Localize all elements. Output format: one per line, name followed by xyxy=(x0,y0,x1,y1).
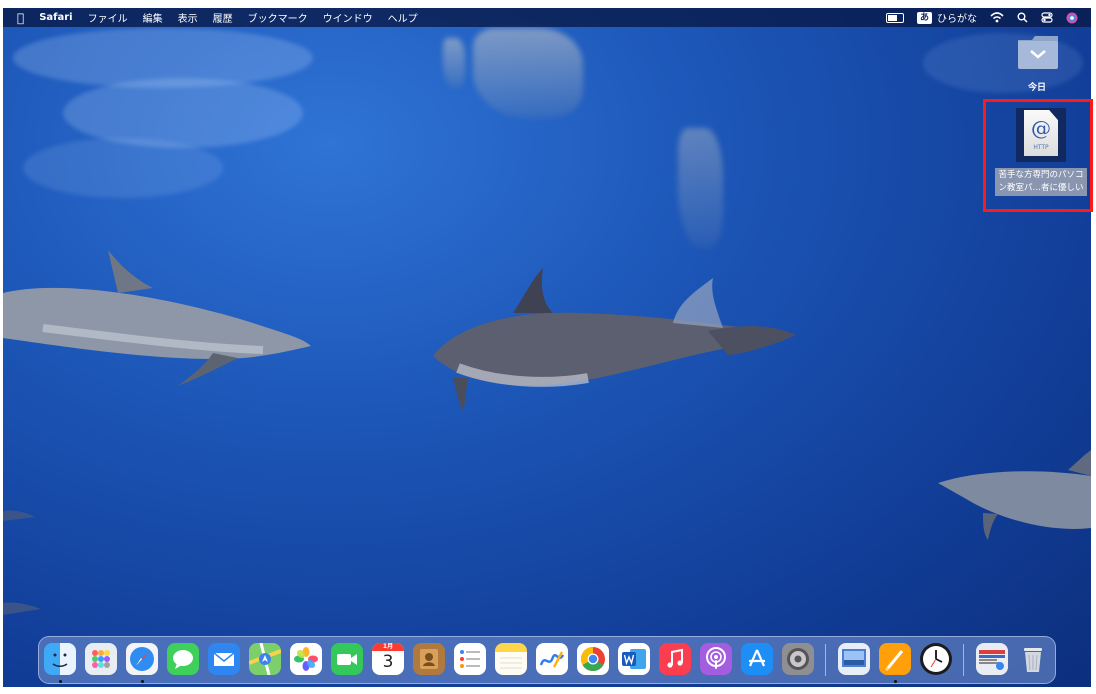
podcasts-icon[interactable] xyxy=(700,643,732,675)
siri-icon[interactable] xyxy=(1066,12,1078,24)
downloads-stack-icon[interactable] xyxy=(976,643,1008,675)
dolphin-right xyxy=(938,450,1091,540)
stack-folder-label: 今日 xyxy=(1027,83,1046,93)
system-settings-icon[interactable] xyxy=(782,643,814,675)
water-reflection xyxy=(678,128,723,248)
menu-help[interactable]: ヘルプ xyxy=(388,10,418,25)
running-indicator xyxy=(59,680,62,683)
safari-icon[interactable] xyxy=(126,643,158,675)
water-ripple xyxy=(23,138,223,198)
highlight-box xyxy=(983,99,1093,212)
launchpad-icon[interactable] xyxy=(85,643,117,675)
facetime-icon[interactable] xyxy=(331,643,363,675)
menu-history[interactable]: 履歴 xyxy=(213,10,233,25)
contacts-icon[interactable] xyxy=(413,643,445,675)
menu-edit[interactable]: 編集 xyxy=(143,10,163,25)
dolphin-center xyxy=(433,268,796,411)
calendar-day: 3 xyxy=(382,652,394,672)
menu-bookmarks[interactable]: ブックマーク xyxy=(248,10,308,25)
menu-extras: あ ひらがな xyxy=(885,8,1091,27)
finder-icon[interactable] xyxy=(44,643,76,675)
desktop:  Safari ファイル 編集 表示 履歴 ブックマーク ウインドウ ヘルプ … xyxy=(3,8,1091,687)
dolphin-left xyxy=(3,250,311,386)
menu-file[interactable]: ファイル xyxy=(88,10,128,25)
wifi-icon[interactable] xyxy=(990,12,1004,23)
calendar-month: 1月 xyxy=(372,643,404,651)
dock-separator xyxy=(963,644,964,676)
pages-icon[interactable] xyxy=(879,643,911,675)
running-indicator xyxy=(141,680,144,683)
spotlight-search-icon[interactable] xyxy=(1017,12,1028,23)
photos-icon[interactable] xyxy=(290,643,322,675)
stack-folder-icon[interactable] xyxy=(1016,36,1060,70)
trash-icon[interactable] xyxy=(1017,643,1049,675)
water-ripple xyxy=(63,78,303,148)
menu-bar:  Safari ファイル 編集 表示 履歴 ブックマーク ウインドウ ヘルプ … xyxy=(3,8,1091,27)
reminders-icon[interactable] xyxy=(454,643,486,675)
water-reflection xyxy=(443,38,465,88)
dolphin-edge xyxy=(3,510,41,615)
water-reflection xyxy=(473,28,583,118)
clock-icon[interactable] xyxy=(920,643,952,675)
word-icon[interactable] xyxy=(618,643,650,675)
notes-icon[interactable] xyxy=(495,643,527,675)
app-store-icon[interactable] xyxy=(741,643,773,675)
messages-icon[interactable] xyxy=(167,643,199,675)
apple-menu-icon[interactable]:  xyxy=(17,11,24,25)
input-source-label[interactable]: ひらがな xyxy=(937,10,977,25)
running-indicator xyxy=(894,680,897,683)
menu-view[interactable]: 表示 xyxy=(178,10,198,25)
maps-icon[interactable] xyxy=(249,643,281,675)
mail-icon[interactable] xyxy=(208,643,240,675)
preview-icon[interactable] xyxy=(838,643,870,675)
input-method-badge[interactable]: あ xyxy=(916,11,932,24)
menu-app-safari[interactable]: Safari xyxy=(39,12,72,23)
music-icon[interactable] xyxy=(659,643,691,675)
dolphin-distant xyxy=(673,278,723,328)
chrome-icon[interactable] xyxy=(577,643,609,675)
calendar-icon[interactable]: 1月 3 xyxy=(372,643,404,675)
menu-window[interactable]: ウインドウ xyxy=(323,10,373,25)
dock-separator xyxy=(825,644,826,676)
freeform-icon[interactable] xyxy=(536,643,568,675)
battery-icon[interactable] xyxy=(885,12,904,23)
control-center-icon[interactable] xyxy=(1041,12,1053,23)
